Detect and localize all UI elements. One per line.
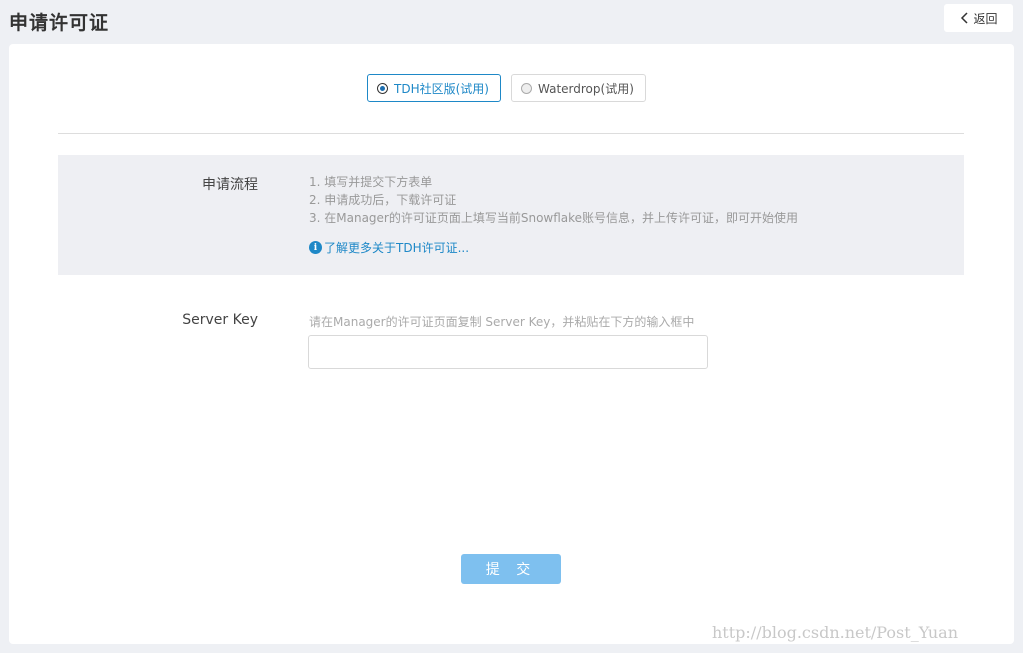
- edition-selector: TDH社区版(试用) Waterdrop(试用): [367, 74, 646, 102]
- radio-selected-icon: [377, 82, 388, 94]
- edition-option-label: Waterdrop(试用): [538, 81, 634, 96]
- divider: [58, 133, 964, 134]
- info-icon: i: [309, 241, 322, 254]
- process-panel: 申请流程 1. 填写并提交下方表单 2. 申请成功后，下载许可证 3. 在Man…: [58, 155, 964, 275]
- back-button-label: 返回: [973, 11, 998, 26]
- learn-more-link[interactable]: i 了解更多关于TDH许可证...: [309, 239, 469, 256]
- learn-more-label: 了解更多关于TDH许可证...: [324, 241, 470, 255]
- process-step: 2. 申请成功后，下载许可证: [309, 193, 457, 207]
- page-title: 申请许可证: [9, 12, 110, 34]
- process-step: 3. 在Manager的许可证页面上填写当前Snowflake账号信息，并上传许…: [309, 211, 799, 225]
- process-step: 1. 填写并提交下方表单: [309, 175, 433, 189]
- process-label: 申请流程: [202, 177, 258, 193]
- watermark: http://blog.csdn.net/Post_Yuan: [712, 623, 959, 642]
- process-steps: 1. 填写并提交下方表单 2. 申请成功后，下载许可证 3. 在Manager的…: [309, 173, 798, 227]
- edition-option-label: TDH社区版(试用): [394, 81, 489, 96]
- submit-button[interactable]: 提 交: [461, 554, 561, 584]
- license-form-card: TDH社区版(试用) Waterdrop(试用) 申请流程 1. 填写并提交下方…: [9, 44, 1014, 644]
- edition-option-waterdrop[interactable]: Waterdrop(试用): [511, 74, 646, 102]
- chevron-left-icon: [961, 12, 969, 24]
- back-button[interactable]: 返回: [944, 4, 1013, 32]
- edition-option-tdh[interactable]: TDH社区版(试用): [367, 74, 501, 102]
- server-key-hint: 请在Manager的许可证页面复制 Server Key，并粘贴在下方的输入框中: [309, 315, 695, 329]
- server-key-input[interactable]: [308, 335, 708, 369]
- server-key-label: Server Key: [182, 312, 258, 328]
- radio-unselected-icon: [521, 82, 532, 94]
